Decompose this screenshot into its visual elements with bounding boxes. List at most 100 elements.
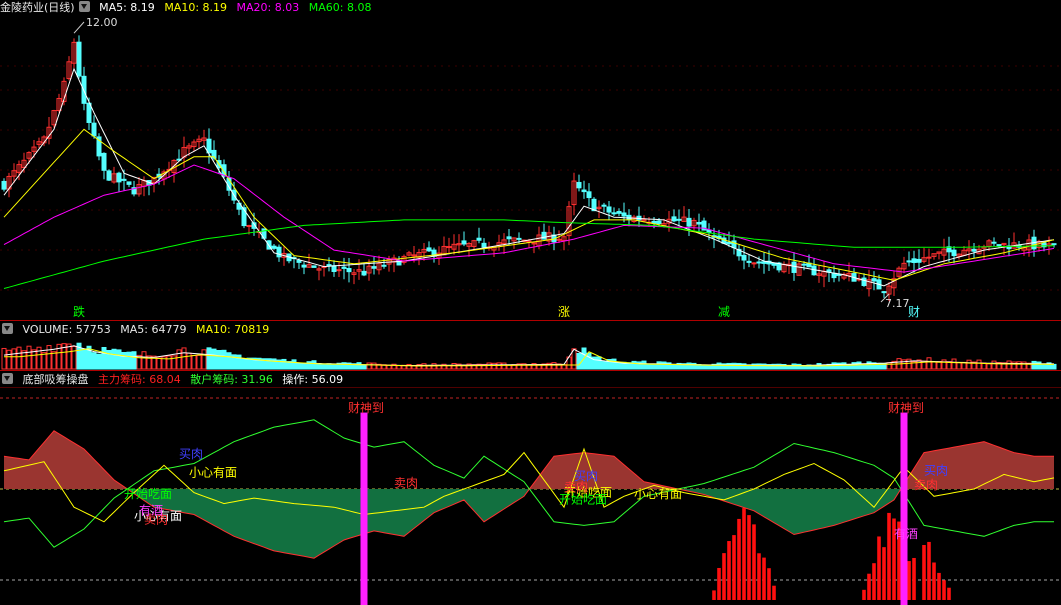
candle-body — [301, 264, 307, 268]
volume-bar — [866, 361, 872, 370]
dropdown-icon[interactable] — [2, 323, 13, 334]
candle-body — [296, 260, 302, 263]
volume-bar — [81, 348, 87, 370]
volume-bar — [941, 359, 947, 370]
volume-bar — [121, 352, 127, 370]
candle-body — [556, 238, 562, 241]
volume-bar — [1041, 363, 1047, 370]
signal-bar — [947, 587, 951, 600]
candle-body — [336, 269, 342, 272]
volume-bar — [156, 357, 162, 370]
volume-bar — [1016, 361, 1022, 370]
signal-bar — [862, 589, 866, 600]
candle-body — [606, 206, 612, 213]
volume-bar — [191, 354, 197, 370]
candle-body — [916, 258, 922, 263]
candle-body — [686, 217, 692, 227]
volume-bar — [616, 362, 622, 370]
indicator-annotation: 有酒 — [139, 503, 163, 517]
volume-bar — [26, 345, 32, 370]
volume-bar — [356, 362, 362, 370]
volume-bar — [46, 345, 52, 370]
volume-bar — [141, 351, 147, 370]
indicator-annotation: 小心有面 — [189, 465, 237, 479]
volume-bar — [906, 358, 912, 370]
volume-bar — [926, 357, 932, 370]
candle-body — [1051, 243, 1057, 246]
stock-chart[interactable]: 12.007.17跌涨减财财神到 财神到开始吃面小心有面小心有面买肉卖肉开始吃面小… — [0, 0, 1061, 605]
volume-bar — [246, 357, 252, 370]
low-marker-label: 7.17 — [885, 297, 910, 310]
ma20-label: MA20: 8.03 — [236, 1, 300, 14]
volume-bar — [226, 352, 232, 370]
volume-bar — [1036, 361, 1042, 370]
volume-bar — [11, 348, 17, 370]
signal-bar — [767, 568, 771, 600]
signal-bar — [907, 561, 911, 600]
signal-bar — [932, 562, 936, 600]
signal-bar — [747, 515, 751, 600]
candle-body — [371, 266, 377, 269]
signal-bar — [727, 541, 731, 600]
volume-bar — [66, 343, 72, 370]
candle-body — [651, 220, 657, 224]
volume-label: VOLUME: 57753 — [22, 323, 111, 336]
stock-title[interactable]: 金陵药业(日线) — [0, 1, 75, 14]
volume-bar — [221, 349, 227, 370]
high-marker-line — [73, 21, 85, 34]
volume-bar — [301, 363, 307, 370]
candle-body — [746, 260, 752, 263]
volume-bar — [361, 364, 367, 370]
volume-bar — [741, 363, 747, 370]
indicator-panel-header: 底部吸筹操盘 主力筹码: 68.04 散户筹码: 31.96 操作: 56.09 — [0, 372, 349, 386]
signal-bar — [927, 541, 931, 600]
indicator-annotation: 开始吃面 — [124, 487, 172, 501]
dropdown-icon[interactable] — [2, 373, 13, 384]
volume-bar — [101, 346, 107, 370]
volume-bar — [116, 349, 122, 370]
candle-body — [276, 246, 282, 258]
candle-body — [626, 214, 632, 220]
volume-bar — [6, 349, 12, 370]
volume-bar — [1051, 363, 1057, 370]
candle-body — [861, 277, 867, 286]
candle-body — [991, 241, 997, 244]
volume-bar — [371, 362, 377, 370]
volume-bar — [281, 358, 287, 370]
volume-ma5-label: MA5: 64779 — [120, 323, 187, 336]
signal-bar — [867, 573, 871, 600]
indicator-name[interactable]: 底部吸筹操盘 — [23, 373, 89, 386]
volume-bar — [716, 362, 722, 370]
dropdown-icon[interactable] — [78, 1, 90, 12]
volume-bar — [16, 346, 22, 370]
candle-body — [971, 248, 977, 252]
volume-bar — [181, 347, 187, 370]
volume-bar — [31, 349, 37, 370]
volume-bar — [491, 362, 497, 370]
candle-body — [621, 212, 627, 217]
candle-body — [581, 189, 587, 193]
volume-bar — [311, 360, 317, 370]
candle-body — [576, 181, 582, 189]
volume-bar — [166, 355, 172, 370]
volume-bar — [671, 363, 677, 370]
candle-body — [616, 211, 622, 214]
volume-bar — [1031, 360, 1037, 370]
signal-column-label: 财神到 — [888, 401, 924, 415]
candle-body — [676, 218, 682, 221]
candle-body — [506, 236, 512, 240]
indicator-annotation: 卖肉 — [394, 476, 418, 490]
candle-body — [831, 272, 837, 279]
volume-bar — [656, 361, 662, 370]
signal-bar — [912, 557, 916, 600]
candle-body — [756, 261, 762, 264]
candle-body — [881, 291, 887, 294]
volume-panel-header: VOLUME: 57753 MA5: 64779 MA10: 70819 — [0, 322, 275, 336]
signal-bar — [882, 547, 886, 600]
signal-bar — [722, 553, 726, 600]
volume-bar — [206, 347, 212, 370]
volume-bar — [1, 347, 7, 370]
volume-bar — [596, 356, 602, 370]
volume-bar — [651, 363, 657, 370]
volume-bar — [91, 352, 97, 370]
